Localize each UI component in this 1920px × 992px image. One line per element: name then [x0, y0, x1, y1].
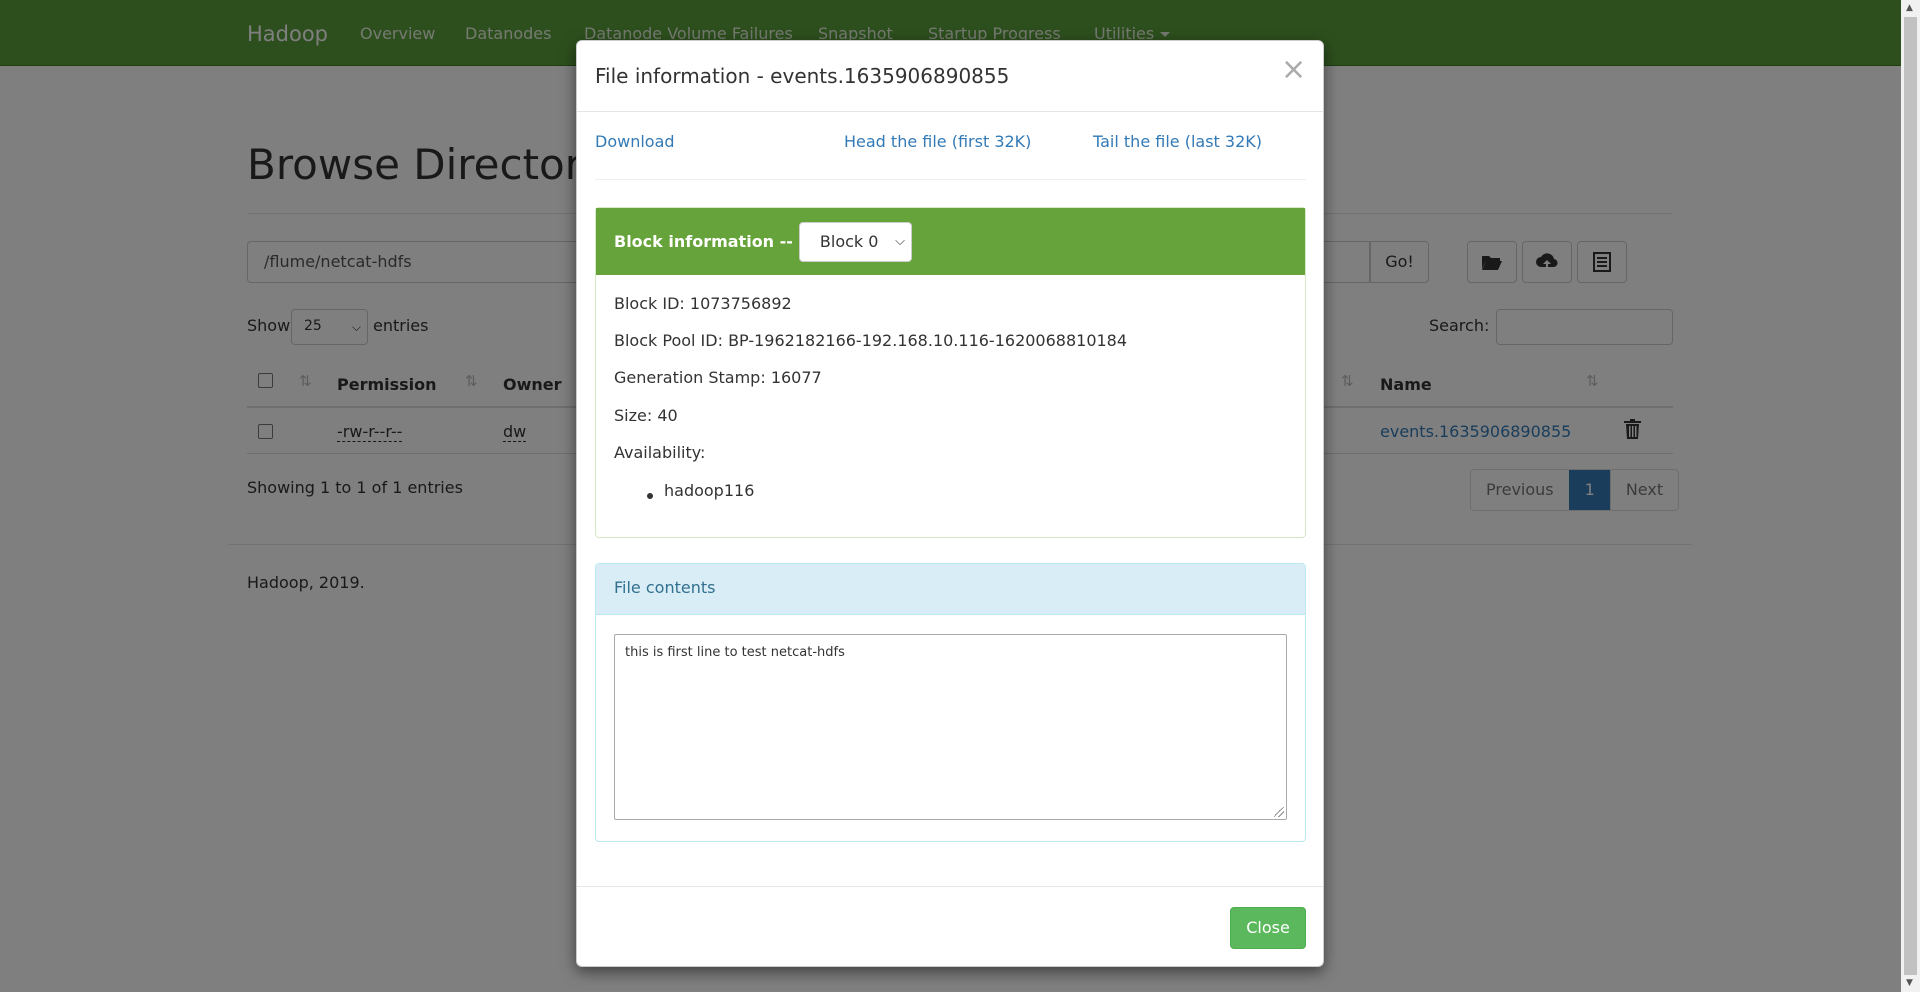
file-info-modal: File information - events.1635906890855 …: [576, 40, 1324, 967]
close-icon[interactable]: ×: [1281, 55, 1306, 85]
scrollbar-thumb[interactable]: [1904, 17, 1917, 975]
resize-handle-icon[interactable]: [1274, 807, 1284, 817]
file-contents-heading: File contents: [596, 564, 1305, 615]
generation-stamp-value: 16077: [770, 368, 822, 387]
divider: [595, 179, 1306, 180]
block-info-panel: Block information -- Block 0 ⌵ Block ID:…: [595, 207, 1306, 538]
availability-label: Availability:: [614, 443, 706, 462]
size-label: Size:: [614, 406, 653, 425]
block-id-label: Block ID:: [614, 294, 685, 313]
modal-footer-border: [577, 886, 1323, 887]
file-contents-textarea[interactable]: this is first line to test netcat-hdfs: [614, 634, 1287, 820]
scrollbar[interactable]: ▲ ▼: [1901, 0, 1920, 992]
block-select-value: Block 0: [819, 232, 879, 251]
download-link[interactable]: Download: [595, 132, 675, 151]
size-row: Size: 40: [614, 406, 678, 425]
block-info-heading: Block information --: [614, 232, 793, 251]
file-contents-text: this is first line to test netcat-hdfs: [625, 645, 845, 660]
block-pool-value: BP-1962182166-192.168.10.116-16200688101…: [728, 331, 1128, 350]
block-pool-label: Block Pool ID:: [614, 331, 723, 350]
modal-title: File information - events.1635906890855: [595, 64, 1010, 88]
bullet-icon: [647, 493, 653, 499]
block-id-value: 1073756892: [689, 294, 792, 313]
close-button[interactable]: Close: [1230, 907, 1306, 949]
scroll-down-icon[interactable]: ▼: [1906, 978, 1913, 988]
generation-stamp-label: Generation Stamp:: [614, 368, 766, 387]
availability-host: hadoop116: [664, 481, 755, 500]
block-pool-row: Block Pool ID: BP-1962182166-192.168.10.…: [614, 331, 1127, 350]
size-value: 40: [657, 406, 678, 425]
scroll-up-icon[interactable]: ▲: [1906, 3, 1913, 13]
block-id-row: Block ID: 1073756892: [614, 294, 792, 313]
block-info-header: Block information -- Block 0 ⌵: [596, 208, 1305, 275]
modal-header: File information - events.1635906890855 …: [577, 41, 1323, 112]
file-contents-panel: File contents this is first line to test…: [595, 563, 1306, 842]
head-file-link[interactable]: Head the file (first 32K): [844, 132, 1031, 151]
generation-stamp-row: Generation Stamp: 16077: [614, 368, 822, 387]
block-select[interactable]: Block 0 ⌵: [798, 221, 912, 262]
tail-file-link[interactable]: Tail the file (last 32K): [1093, 132, 1262, 151]
chevron-down-icon: ⌵: [895, 233, 905, 249]
